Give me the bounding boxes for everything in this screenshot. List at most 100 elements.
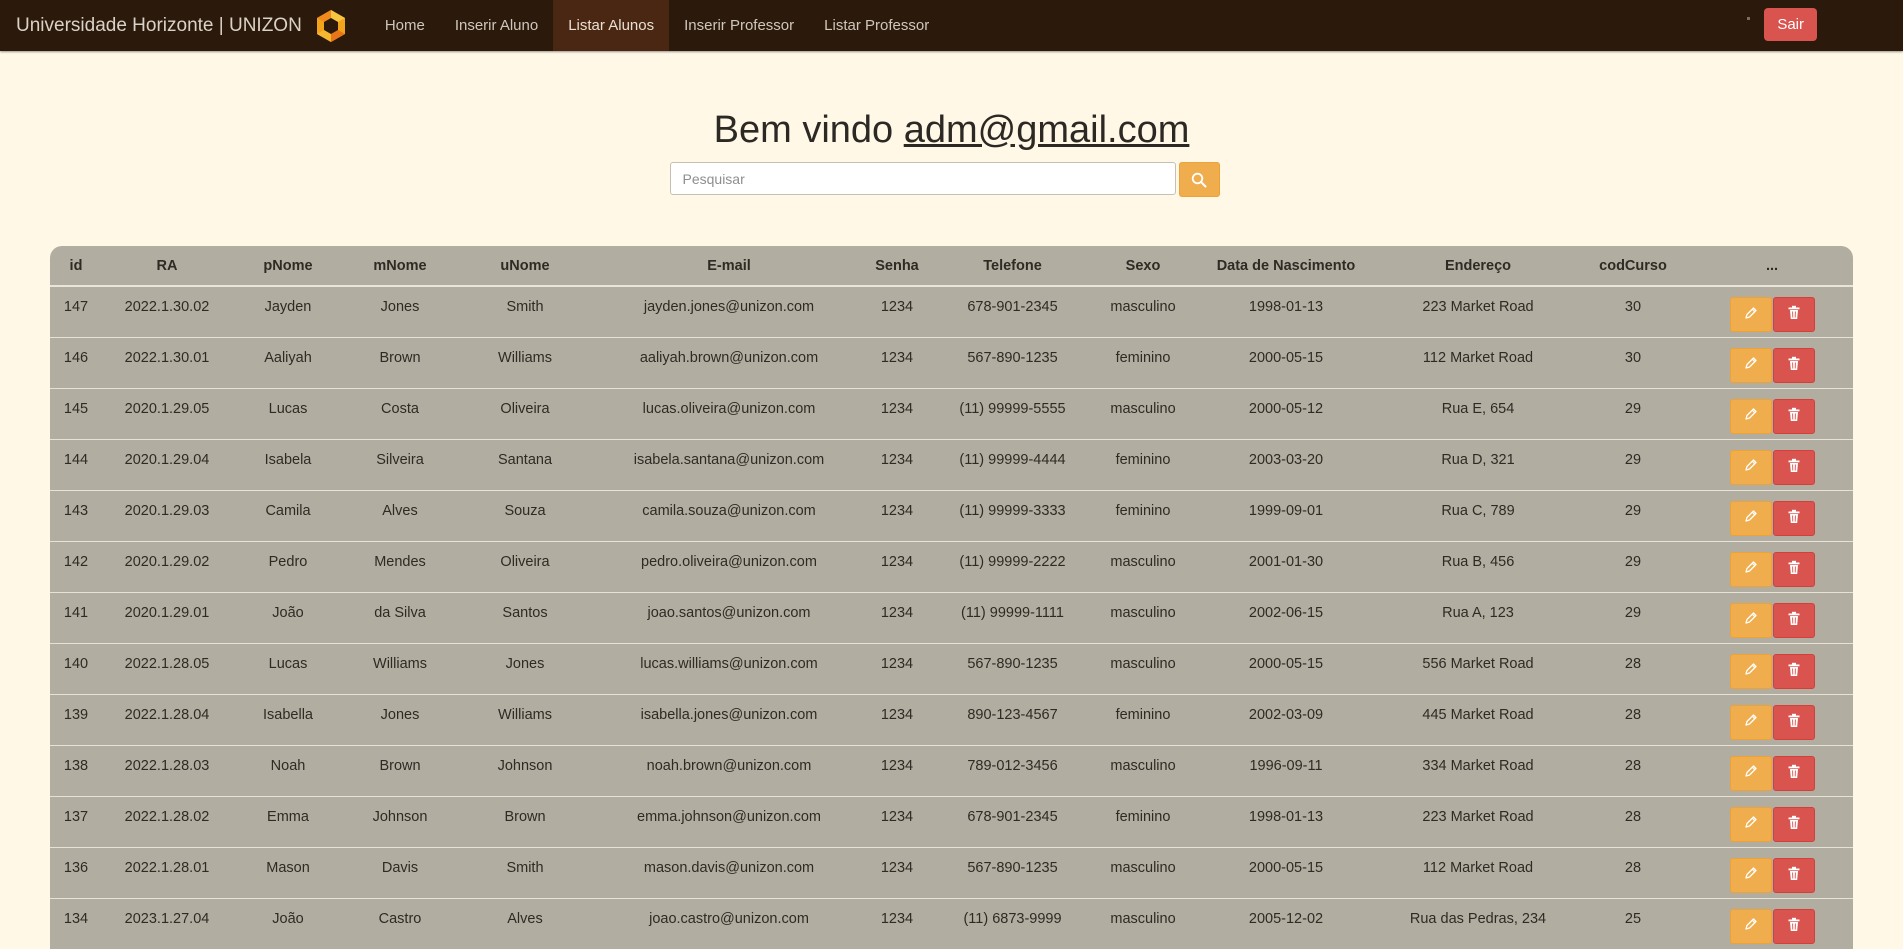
nav-item-home[interactable]: Home (370, 0, 440, 51)
column-header[interactable]: uNome (456, 246, 594, 286)
cell-endere-o: Rua C, 789 (1381, 490, 1575, 541)
brand-title[interactable]: Universidade Horizonte | UNIZON (16, 15, 302, 37)
trash-icon (1787, 815, 1801, 834)
column-header[interactable]: Data de Nascimento (1191, 246, 1381, 286)
pencil-icon (1744, 611, 1758, 629)
unizon-logo-icon[interactable] (316, 9, 346, 43)
nav-item-listar-professor[interactable]: Listar Professor (809, 0, 944, 51)
delete-button[interactable] (1773, 705, 1815, 740)
cell-telefone: (11) 99999-4444 (930, 439, 1095, 490)
delete-button[interactable] (1773, 858, 1815, 893)
cell-ra: 2022.1.28.01 (102, 847, 232, 898)
delete-button[interactable] (1773, 348, 1815, 383)
column-header[interactable]: RA (102, 246, 232, 286)
cell-pnome: Aaliyah (232, 337, 344, 388)
column-header[interactable]: ... (1691, 246, 1853, 286)
cell-sexo: feminino (1095, 796, 1191, 847)
column-header[interactable]: id (50, 246, 102, 286)
row-actions (1691, 592, 1853, 643)
trash-icon (1787, 713, 1801, 732)
delete-button[interactable] (1773, 756, 1815, 791)
search-button[interactable] (1179, 162, 1220, 197)
delete-button[interactable] (1773, 501, 1815, 536)
delete-button[interactable] (1773, 297, 1815, 332)
pencil-icon (1744, 509, 1758, 527)
edit-button[interactable] (1730, 297, 1772, 332)
edit-button[interactable] (1730, 858, 1772, 893)
brand[interactable]: Universidade Horizonte | UNIZON (0, 0, 370, 51)
cell-endere-o: 556 Market Road (1381, 643, 1575, 694)
delete-button[interactable] (1773, 399, 1815, 434)
edit-button[interactable] (1730, 807, 1772, 842)
edit-button[interactable] (1730, 705, 1772, 740)
pencil-icon (1744, 662, 1758, 680)
cell-telefone: 567-890-1235 (930, 847, 1095, 898)
column-header[interactable]: Endereço (1381, 246, 1575, 286)
edit-button[interactable] (1730, 909, 1772, 944)
cell-e-mail: isabella.jones@unizon.com (594, 694, 864, 745)
column-header[interactable]: Telefone (930, 246, 1095, 286)
table-row: 1422020.1.29.02PedroMendesOliveirapedro.… (50, 541, 1853, 592)
trash-icon (1787, 866, 1801, 885)
row-actions (1691, 286, 1853, 337)
delete-button[interactable] (1773, 654, 1815, 689)
cell-e-mail: mason.davis@unizon.com (594, 847, 864, 898)
cell-data-de-nascimento: 2002-06-15 (1191, 592, 1381, 643)
table-row: 1362022.1.28.01MasonDavisSmithmason.davi… (50, 847, 1853, 898)
edit-button[interactable] (1730, 756, 1772, 791)
logout-button[interactable]: Sair (1764, 8, 1817, 41)
edit-button[interactable] (1730, 552, 1772, 587)
cell-ra: 2020.1.29.01 (102, 592, 232, 643)
table-row: 1432020.1.29.03CamilaAlvesSouzacamila.so… (50, 490, 1853, 541)
edit-button[interactable] (1730, 450, 1772, 485)
trash-icon (1787, 356, 1801, 375)
students-table-container: idRApNomemNomeuNomeE-mailSenhaTelefoneSe… (50, 246, 1853, 949)
cell-pnome: João (232, 592, 344, 643)
edit-button[interactable] (1730, 603, 1772, 638)
nav-item-inserir-professor[interactable]: Inserir Professor (669, 0, 809, 51)
cell-pnome: Isabella (232, 694, 344, 745)
search-bar (0, 162, 1903, 197)
column-header[interactable]: mNome (344, 246, 456, 286)
cell-id: 139 (50, 694, 102, 745)
cell-senha: 1234 (864, 490, 930, 541)
edit-button[interactable] (1730, 654, 1772, 689)
cell-mnome: Johnson (344, 796, 456, 847)
cell-e-mail: pedro.oliveira@unizon.com (594, 541, 864, 592)
edit-button[interactable] (1730, 348, 1772, 383)
cell-senha: 1234 (864, 286, 930, 337)
cell-endere-o: Rua E, 654 (1381, 388, 1575, 439)
cell-id: 134 (50, 898, 102, 949)
delete-button[interactable] (1773, 807, 1815, 842)
column-header[interactable]: Senha (864, 246, 930, 286)
column-header[interactable]: E-mail (594, 246, 864, 286)
cell-e-mail: jayden.jones@unizon.com (594, 286, 864, 337)
delete-button[interactable] (1773, 603, 1815, 638)
column-header[interactable]: pNome (232, 246, 344, 286)
edit-button[interactable] (1730, 399, 1772, 434)
delete-button[interactable] (1773, 450, 1815, 485)
cell-e-mail: emma.johnson@unizon.com (594, 796, 864, 847)
welcome-heading: Bem vindo adm@gmail.com (0, 109, 1903, 152)
cell-senha: 1234 (864, 694, 930, 745)
cell-senha: 1234 (864, 592, 930, 643)
table-row: 1462022.1.30.01AaliyahBrownWilliamsaaliy… (50, 337, 1853, 388)
user-email-link[interactable]: adm@gmail.com (904, 109, 1190, 151)
column-header[interactable]: codCurso (1575, 246, 1691, 286)
search-input[interactable] (670, 162, 1176, 195)
cell-id: 138 (50, 745, 102, 796)
cell-unome: Santos (456, 592, 594, 643)
cell-unome: Santana (456, 439, 594, 490)
delete-button[interactable] (1773, 909, 1815, 944)
cell-telefone: 890-123-4567 (930, 694, 1095, 745)
nav-item-listar-alunos[interactable]: Listar Alunos (553, 0, 669, 51)
nav-item-inserir-aluno[interactable]: Inserir Aluno (440, 0, 553, 51)
pencil-icon (1744, 713, 1758, 731)
delete-button[interactable] (1773, 552, 1815, 587)
edit-button[interactable] (1730, 501, 1772, 536)
cell-data-de-nascimento: 2000-05-15 (1191, 337, 1381, 388)
column-header[interactable]: Sexo (1095, 246, 1191, 286)
cell-pnome: Camila (232, 490, 344, 541)
cell-id: 137 (50, 796, 102, 847)
trash-icon (1787, 458, 1801, 477)
